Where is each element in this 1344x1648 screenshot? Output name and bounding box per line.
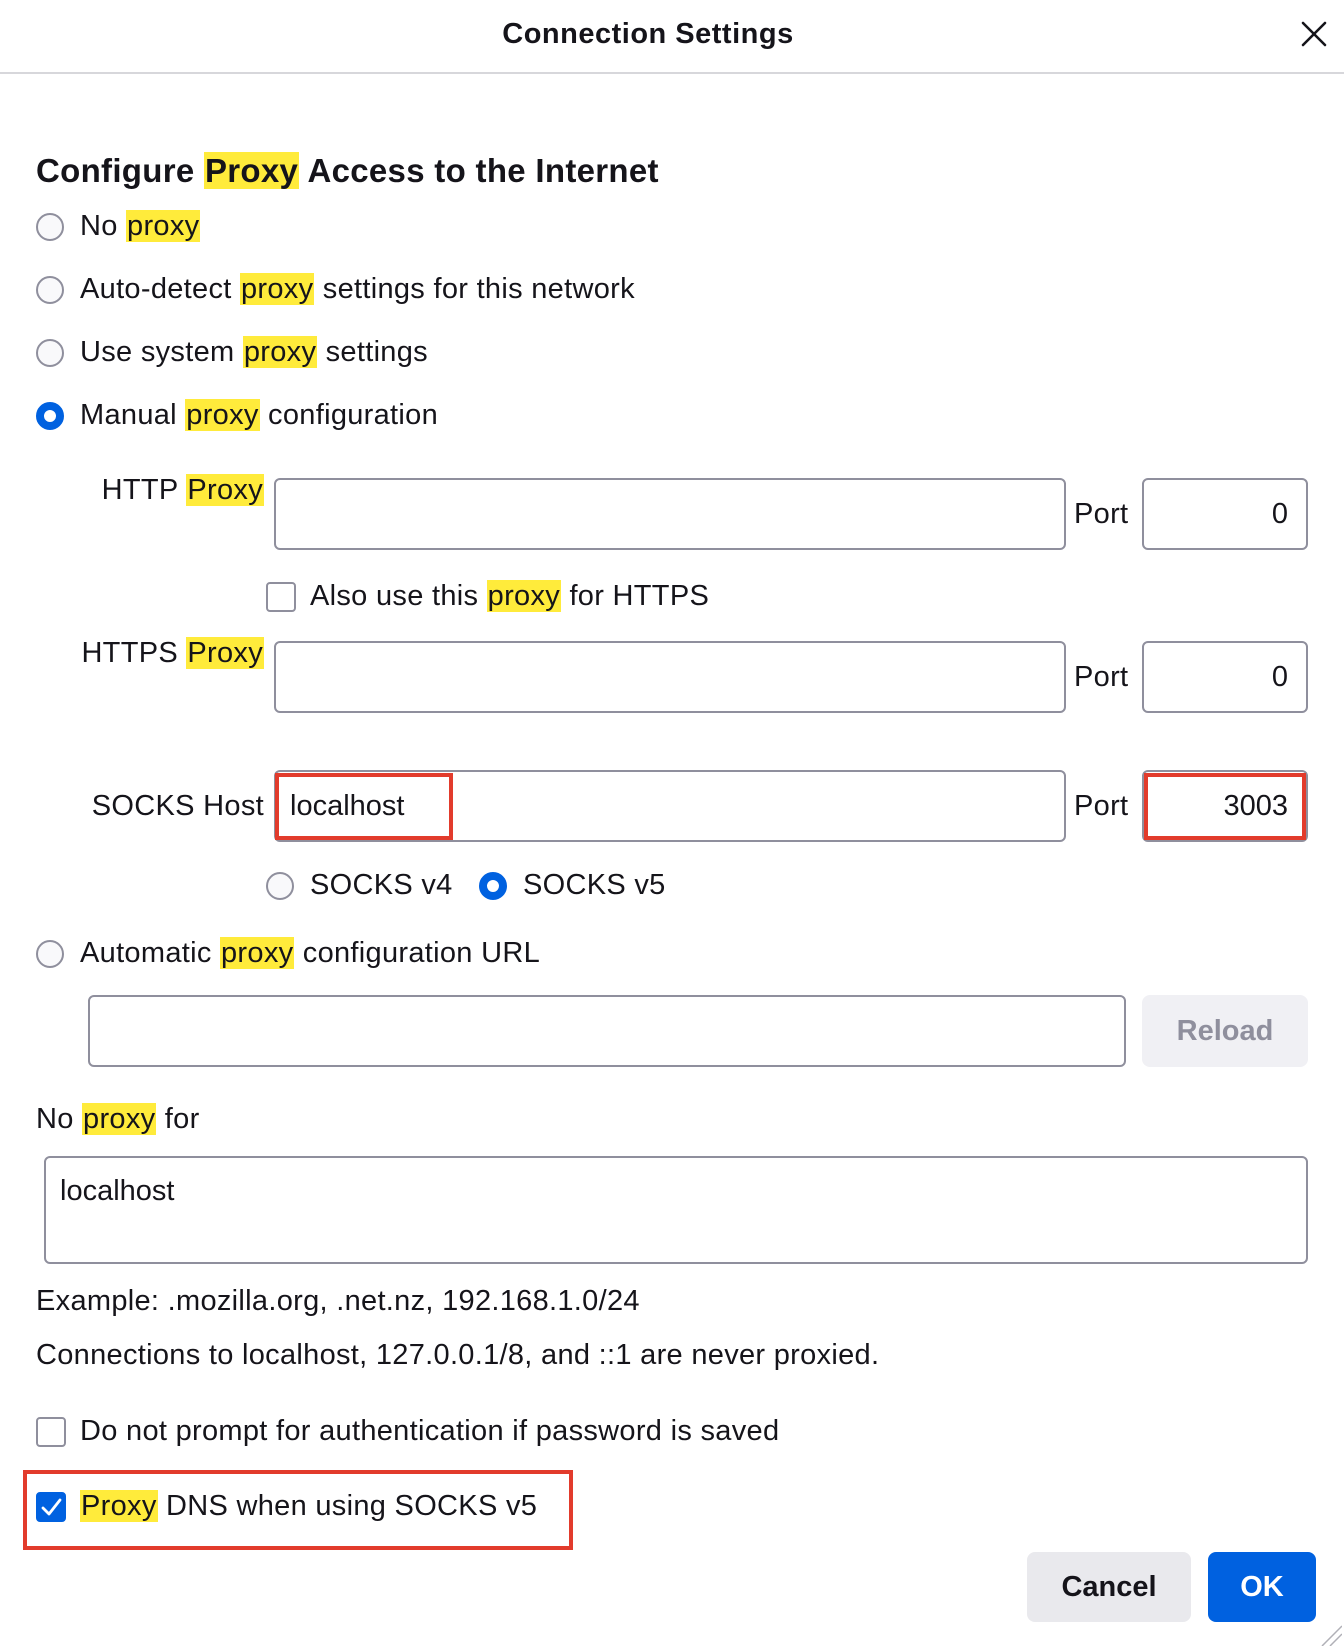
radio-auto-detect-indicator[interactable] — [36, 275, 64, 304]
window-title: Connection Settings — [502, 18, 794, 50]
ok-button[interactable]: OK — [1208, 1552, 1316, 1622]
checkbox-auth-prompt-box[interactable] — [36, 1416, 66, 1447]
http-port-input[interactable] — [1142, 478, 1308, 550]
radio-socks-v5-indicator[interactable] — [479, 871, 507, 900]
radio-no-proxy[interactable]: No proxy — [36, 210, 201, 243]
http-proxy-label: HTTP Proxy — [101, 474, 264, 506]
http-port-label: Port — [1074, 498, 1129, 530]
radio-auto-detect-label: Auto-detect proxy settings for this netw… — [80, 273, 635, 305]
radio-auto-config-url-label: Automatic proxy configuration URL — [80, 937, 541, 969]
cancel-button[interactable]: Cancel — [1027, 1552, 1191, 1622]
checkbox-also-https[interactable]: Also use this proxy for HTTPS — [266, 580, 709, 613]
resize-grip-icon[interactable] — [1318, 1622, 1342, 1646]
section-heading: Configure Proxy Access to the Internet — [36, 152, 659, 189]
radio-auto-config-url-indicator[interactable] — [36, 939, 64, 968]
radio-system-proxy[interactable]: Use system proxy settings — [36, 336, 428, 369]
radio-socks-v4[interactable]: SOCKS v4 — [266, 869, 453, 902]
socks-host-input[interactable] — [274, 770, 1066, 842]
checkbox-also-https-label: Also use this proxy for HTTPS — [310, 580, 710, 612]
radio-manual-proxy-label: Manual proxy configuration — [80, 399, 439, 431]
no-proxy-for-label: No proxy for — [36, 1103, 200, 1135]
checkbox-proxy-dns-box[interactable] — [36, 1491, 66, 1522]
http-proxy-input[interactable] — [274, 478, 1066, 550]
close-icon — [1301, 21, 1327, 47]
socks-port-label: Port — [1074, 790, 1129, 822]
checkbox-also-https-box[interactable] — [266, 581, 296, 612]
no-proxy-for-textarea[interactable]: localhost — [44, 1156, 1308, 1264]
reload-button[interactable]: Reload — [1142, 995, 1308, 1067]
socks-host-label: SOCKS Host — [91, 790, 264, 822]
https-proxy-input[interactable] — [274, 641, 1066, 713]
auto-config-url-input[interactable] — [88, 995, 1126, 1067]
checkbox-auth-prompt-label: Do not prompt for authentication if pass… — [80, 1415, 780, 1447]
socks-port-input[interactable] — [1142, 770, 1308, 842]
checkbox-proxy-dns-label: Proxy DNS when using SOCKS v5 — [80, 1490, 538, 1522]
radio-socks-v4-indicator[interactable] — [266, 871, 294, 900]
radio-socks-v4-label: SOCKS v4 — [310, 869, 453, 901]
radio-socks-v5-label: SOCKS v5 — [523, 869, 666, 901]
radio-system-proxy-label: Use system proxy settings — [80, 336, 428, 368]
radio-auto-config-url[interactable]: Automatic proxy configuration URL — [36, 937, 540, 970]
radio-auto-detect[interactable]: Auto-detect proxy settings for this netw… — [36, 273, 635, 306]
radio-manual-proxy-indicator[interactable] — [36, 401, 64, 430]
close-button[interactable] — [1294, 14, 1334, 54]
checkbox-proxy-dns[interactable]: Proxy DNS when using SOCKS v5 — [36, 1490, 537, 1523]
radio-manual-proxy[interactable]: Manual proxy configuration — [36, 399, 438, 432]
radio-socks-v5[interactable]: SOCKS v5 — [479, 869, 666, 902]
radio-no-proxy-indicator[interactable] — [36, 212, 64, 241]
title-bar: Connection Settings — [0, 0, 1344, 74]
https-port-label: Port — [1074, 661, 1129, 693]
localhost-note: Connections to localhost, 127.0.0.1/8, a… — [36, 1339, 880, 1371]
radio-system-proxy-indicator[interactable] — [36, 338, 64, 367]
https-proxy-label: HTTPS Proxy — [81, 637, 264, 669]
https-port-input[interactable] — [1142, 641, 1308, 713]
example-note: Example: .mozilla.org, .net.nz, 192.168.… — [36, 1285, 640, 1317]
radio-no-proxy-label: No proxy — [80, 210, 201, 242]
checkbox-auth-prompt[interactable]: Do not prompt for authentication if pass… — [36, 1415, 779, 1448]
checkmark-icon — [41, 1498, 62, 1515]
